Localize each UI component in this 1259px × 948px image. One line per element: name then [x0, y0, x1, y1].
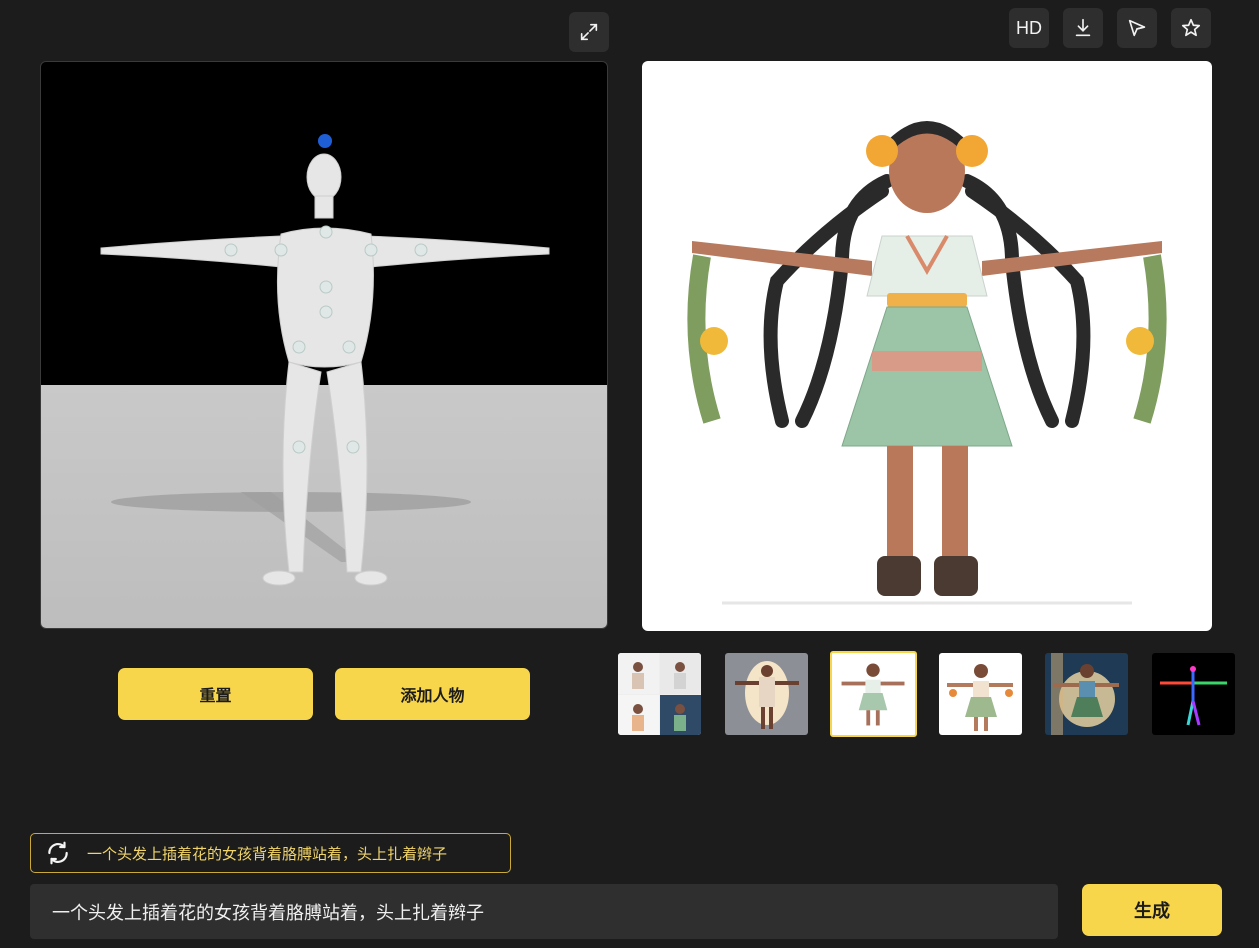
generate-button[interactable]: 生成: [1082, 884, 1222, 936]
mannequin-right-foot: [354, 570, 388, 586]
add-person-button-label: 添加人物: [400, 686, 465, 705]
joint[interactable]: [224, 243, 238, 257]
thumb-girl-blue[interactable]: [1045, 653, 1128, 735]
download-button[interactable]: [1063, 8, 1103, 48]
star-icon: [1181, 18, 1201, 37]
send-button[interactable]: [1117, 8, 1157, 48]
thumb-girl-flowers-image: [947, 664, 1013, 731]
thumb-skeleton-image: [1160, 666, 1227, 726]
joint[interactable]: [364, 243, 378, 257]
pose-viewport[interactable]: [40, 61, 608, 629]
generated-character-illustration: [687, 121, 1167, 605]
thumb-grid-image: [618, 653, 701, 735]
favorite-button[interactable]: [1171, 8, 1211, 48]
thumb-girl-white[interactable]: [830, 651, 917, 737]
refresh-icon: [45, 840, 71, 866]
expand-icon: [580, 23, 598, 41]
joint[interactable]: [292, 340, 306, 354]
thumb-girl-white-image: [841, 663, 905, 726]
thumb-girl-flowers[interactable]: [939, 653, 1022, 735]
hd-button[interactable]: HD: [1009, 8, 1049, 48]
generate-button-label: 生成: [1134, 901, 1170, 922]
prompt-input[interactable]: [30, 884, 1058, 939]
joint[interactable]: [346, 440, 360, 454]
joint[interactable]: [319, 280, 333, 294]
joint[interactable]: [342, 340, 356, 354]
reset-button-label: 重置: [199, 686, 232, 705]
send-icon: [1128, 19, 1146, 37]
hd-label: HD: [1016, 17, 1042, 38]
add-person-button[interactable]: 添加人物: [335, 668, 530, 720]
joint[interactable]: [319, 305, 333, 319]
thumb-girl-blue-image: [1051, 653, 1119, 735]
generated-image: [642, 61, 1212, 631]
rotation-handle[interactable]: [318, 134, 332, 148]
download-icon: [1075, 18, 1091, 37]
joint[interactable]: [319, 225, 333, 239]
thumb-glow-image: [735, 661, 799, 729]
mannequin-neck: [314, 195, 334, 219]
joint[interactable]: [292, 440, 306, 454]
joint[interactable]: [274, 243, 288, 257]
prompt-history-chip[interactable]: 一个头发上插着花的女孩背着胳膊站着，头上扎着辫子: [30, 833, 511, 873]
mannequin-torso: [276, 227, 374, 368]
thumb-skeleton[interactable]: [1152, 653, 1235, 735]
joint[interactable]: [414, 243, 428, 257]
expand-button[interactable]: [569, 12, 609, 52]
mannequin-figure[interactable]: [41, 62, 608, 629]
mannequin-left-foot: [262, 570, 296, 586]
thumb-glow[interactable]: [725, 653, 808, 735]
mannequin-head: [306, 153, 342, 201]
thumb-grid[interactable]: [618, 653, 701, 735]
reset-button[interactable]: 重置: [118, 668, 313, 720]
prompt-history-text: 一个头发上插着花的女孩背着胳膊站着，头上扎着辫子: [87, 844, 448, 863]
